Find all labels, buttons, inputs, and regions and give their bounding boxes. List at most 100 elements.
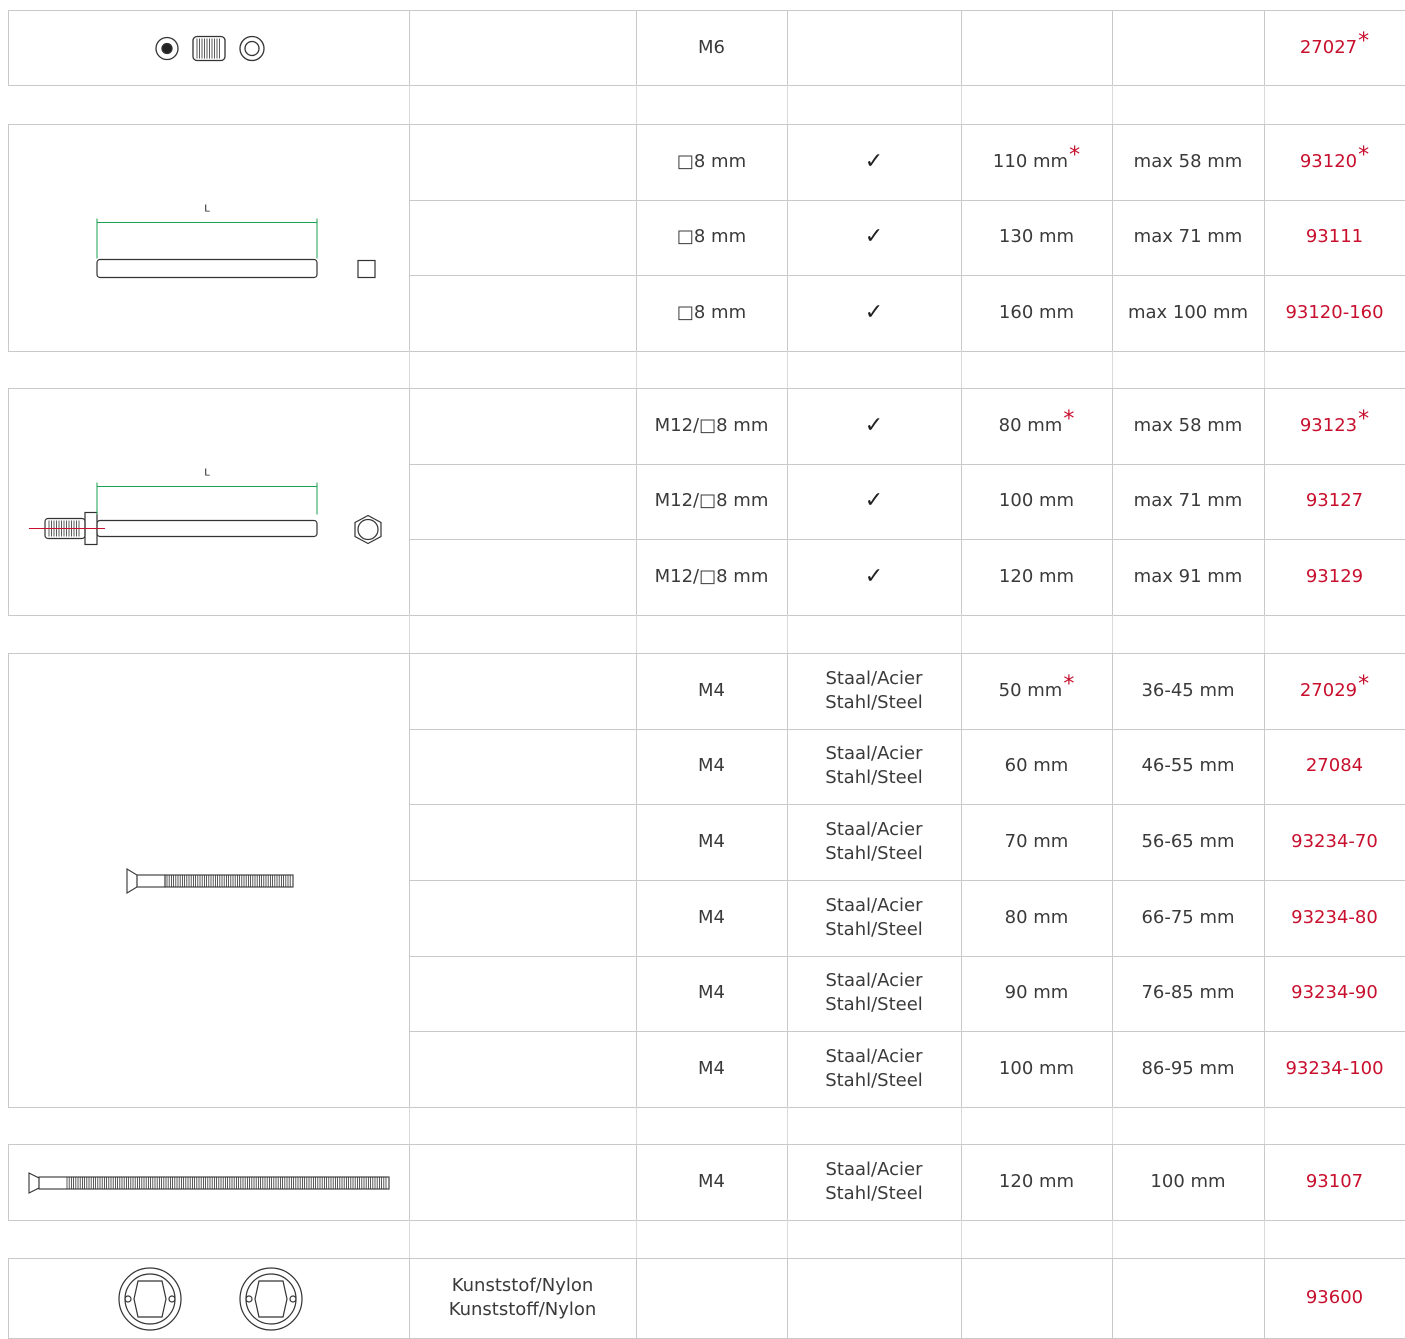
length-cell: 70 mm [961,804,1112,880]
article-number: 93600 [1305,1287,1364,1308]
column-divider [636,85,637,124]
range-value: max 58 mm [1133,150,1243,172]
length-value: 50 mm [998,679,1063,701]
thread-value: M4 [698,1171,725,1192]
material-line-2: Stahl/Steel [825,691,923,713]
thread-cell: M4 [636,880,787,956]
range-value: max 71 mm [1133,226,1243,248]
length-cell [961,10,1112,85]
material-cell [409,653,636,729]
material-line-1: Staal/Acier [825,970,923,992]
length-value: 130 mm [998,226,1075,248]
material-text: Staal/Acier Stahl/Steel [825,818,923,866]
thread-cell: M12/□8 mm [636,388,787,464]
thread-value: M4 [698,906,725,928]
thread-cell: M12/□8 mm [636,464,787,540]
material-line-2: Stahl/Steel [825,1183,923,1204]
feature-cell: ✓ [787,275,961,351]
thread-cell: M4 [636,729,787,805]
length-cell: 110 mm * [961,124,1112,200]
feature-cell [787,10,961,85]
length-cell: 80 mm * [961,388,1112,464]
material-text: Staal/Acier Stahl/Steel [825,667,923,715]
thread-cell: M4 [636,1031,787,1107]
column-divider [1264,1220,1265,1258]
asterisk-mark: * [1358,406,1370,432]
article-cell: 93600 [1264,1258,1405,1338]
product-image-cell [8,653,409,1108]
material-line-1: Staal/Acier [825,667,923,689]
column-divider [409,615,410,653]
material-text: Staal/Acier Stahl/Steel [825,894,923,942]
thread-value: M4 [698,1058,725,1079]
column-divider [961,1220,962,1258]
material-line-2: Stahl/Steel [825,918,923,940]
feature-cell: Staal/Acier Stahl/Steel [787,729,961,805]
column-divider [961,1107,962,1144]
material-cell [409,729,636,805]
length-cell: 100 mm [961,1031,1112,1107]
article-number: 93129 [1305,566,1364,587]
length-value: 80 mm [998,414,1063,436]
product-image-cell [8,10,409,86]
length-cell: 120 mm [961,1144,1112,1220]
thread-cell: □8 mm [636,275,787,351]
range-cell: 86-95 mm [1112,1031,1264,1107]
material-cell [409,804,636,880]
column-divider [1112,1107,1113,1144]
range-value: 76-85 mm [1141,982,1235,1004]
feature-cell: Staal/Acier Stahl/Steel [787,804,961,880]
article-number: 93234-70 [1291,831,1378,852]
range-cell: 76-85 mm [1112,956,1264,1032]
material-line-1: Kunststof/Nylon [451,1275,594,1296]
column-divider [961,615,962,653]
range-cell: 100 mm [1112,1144,1264,1220]
range-cell: 46-55 mm [1112,729,1264,805]
article-cell: 27084 [1264,729,1405,805]
material-text: Staal/Acier Stahl/Steel [825,1158,923,1206]
check-mark: ✓ [864,148,884,174]
column-divider [961,351,962,388]
product-image-cell [8,1144,409,1221]
range-cell: max 71 mm [1112,464,1264,540]
thread-value: M12/□8 mm [654,414,769,436]
article-cell: 93120 * [1264,124,1405,200]
range-value: max 71 mm [1133,490,1243,512]
product-drawing [118,1267,303,1331]
material-cell [409,200,636,276]
row-divider [409,1107,1405,1108]
product-drawing: L [96,204,376,279]
asterisk-mark: * [1063,406,1075,432]
article-cell: 93234-90 [1264,956,1405,1032]
row-divider [409,1220,1405,1221]
row-divider [409,615,1405,616]
thread-value: M6 [698,36,725,58]
material-text: Staal/Acier Stahl/Steel [825,742,923,790]
material-line-1: Staal/Acier [825,743,923,765]
material-cell [409,880,636,956]
product-drawing [155,35,265,62]
length-value: 160 mm [998,302,1075,323]
length-cell: 50 mm * [961,653,1112,729]
material-line-1: Staal/Acier [825,1159,923,1180]
column-divider [1112,1220,1113,1258]
length-value: 60 mm [1004,755,1069,777]
column-divider [1264,1107,1265,1144]
feature-cell: ✓ [787,124,961,200]
material-text: Staal/Acier Stahl/Steel [825,1045,923,1093]
length-cell: 90 mm [961,956,1112,1032]
article-cell: 93120-160 [1264,275,1405,351]
article-cell: 93234-70 [1264,804,1405,880]
feature-cell: Staal/Acier Stahl/Steel [787,653,961,729]
range-cell [1112,10,1264,85]
thread-value: M4 [698,831,725,852]
column-divider [787,1107,788,1144]
thread-value: □8 mm [676,302,747,323]
column-divider [1112,351,1113,388]
range-cell: 66-75 mm [1112,880,1264,956]
material-text: Staal/Acier Stahl/Steel [825,969,923,1017]
article-cell: 93123 * [1264,388,1405,464]
range-cell: max 71 mm [1112,200,1264,276]
material-cell [409,1144,636,1220]
range-cell: 56-65 mm [1112,804,1264,880]
